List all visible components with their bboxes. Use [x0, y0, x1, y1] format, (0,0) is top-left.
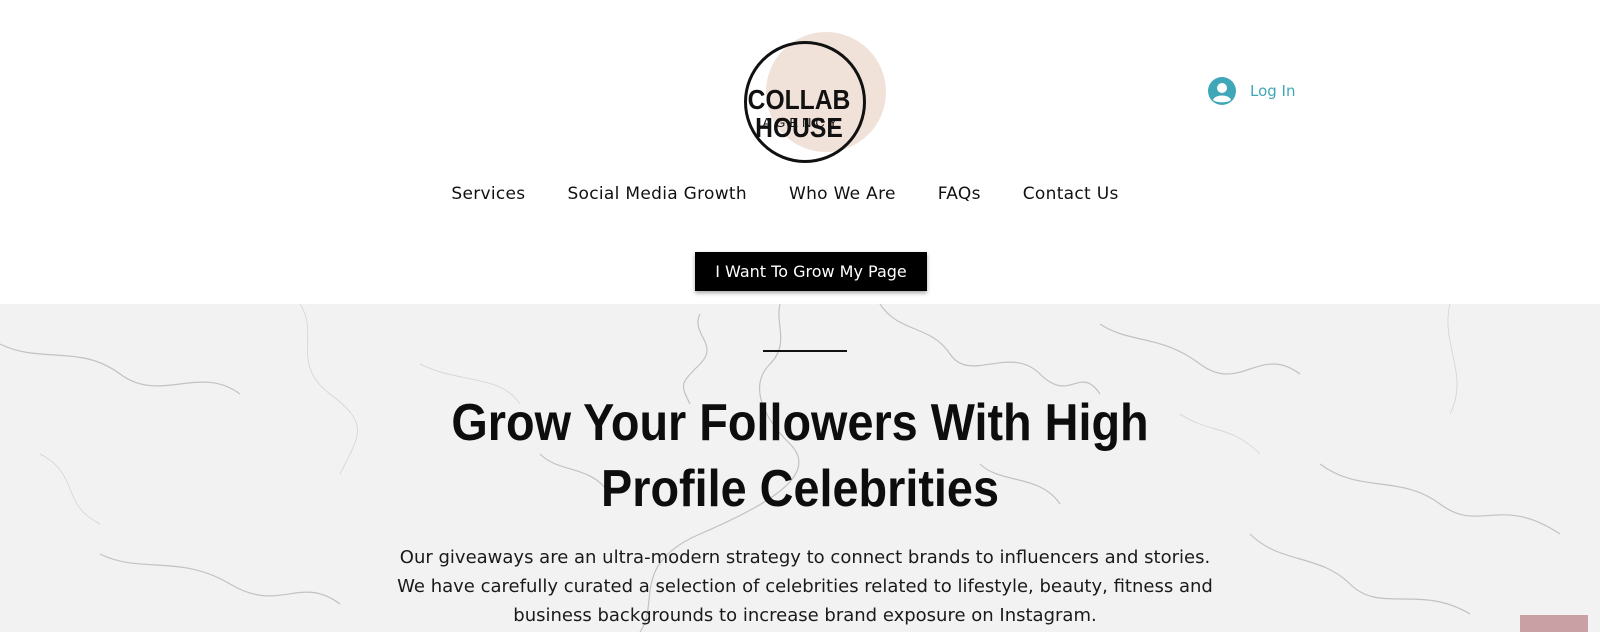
- hero-title-line-1: Grow Your Followers With High: [451, 394, 1149, 452]
- hero-divider: [763, 350, 847, 352]
- hero-title-line-2: Profile Celebrities: [601, 460, 999, 518]
- main-nav: Services Social Media Growth Who We Are …: [0, 184, 1600, 204]
- login-label: Log In: [1250, 82, 1296, 100]
- hero-description: Our giveaways are an ultra-modern strate…: [397, 547, 1213, 626]
- site-header: COLLAB HOUSE AGENCY Log In Services Soci…: [0, 0, 1600, 304]
- nav-item-social-media-growth[interactable]: Social Media Growth: [567, 184, 747, 204]
- nav-item-who-we-are[interactable]: Who We Are: [789, 184, 896, 204]
- hero-title: Grow Your Followers With High Profile Ce…: [350, 390, 1250, 522]
- corner-widget[interactable]: [1520, 615, 1588, 632]
- logo-title: COLLAB HOUSE: [747, 84, 851, 143]
- grow-page-button[interactable]: I Want To Grow My Page: [695, 252, 927, 291]
- user-avatar-icon: [1208, 77, 1236, 105]
- nav-item-faqs[interactable]: FAQs: [938, 184, 981, 204]
- hero-section: Grow Your Followers With High Profile Ce…: [0, 304, 1600, 632]
- nav-item-contact-us[interactable]: Contact Us: [1023, 184, 1119, 204]
- site-logo[interactable]: COLLAB HOUSE AGENCY: [706, 30, 896, 166]
- nav-item-services[interactable]: Services: [451, 184, 525, 204]
- login-button[interactable]: Log In: [1208, 75, 1296, 107]
- logo-subtitle: AGENCY: [762, 115, 842, 130]
